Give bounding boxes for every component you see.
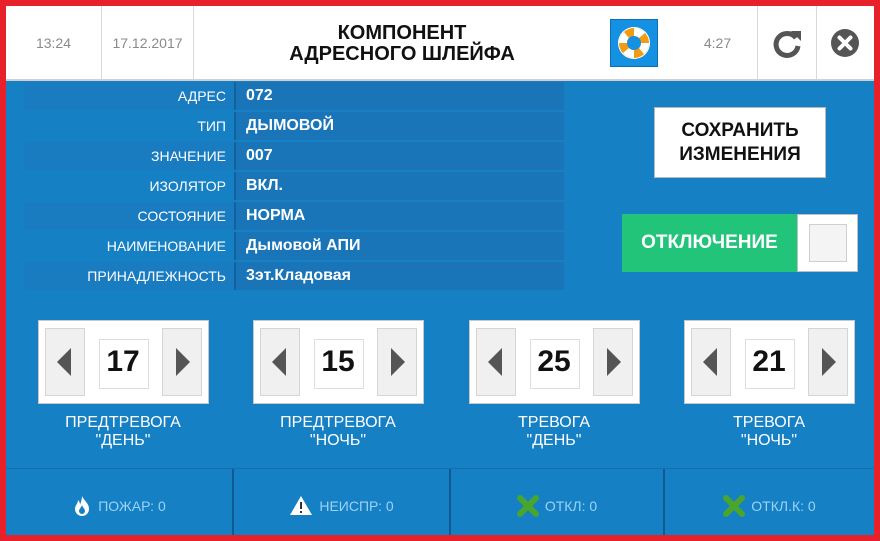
clock-time: 13:24	[6, 6, 102, 79]
info-row-value: ЗНАЧЕНИЕ 007	[24, 142, 564, 170]
disable-toggle-button[interactable]: ОТКЛЮЧЕНИЕ	[622, 214, 797, 272]
decrement-button[interactable]	[691, 328, 731, 396]
page-title-line1: КОМПОНЕНТ	[337, 21, 467, 44]
stepper-alarm-night: 21	[684, 320, 855, 404]
cross-icon	[723, 494, 746, 517]
info-value: ВКЛ.	[234, 172, 564, 200]
refresh-icon	[773, 30, 801, 58]
save-button-line2: ИЗМЕНЕНИЯ	[679, 143, 801, 165]
stepper-value[interactable]: 15	[306, 333, 370, 391]
arrow-left-icon	[703, 348, 717, 376]
page-title: КОМПОНЕНТ АДРЕСНОГО ШЛЕЙФА	[194, 6, 610, 79]
info-label: ЗНАЧЕНИЕ	[24, 142, 234, 170]
arrow-left-icon	[488, 348, 502, 376]
status-fire[interactable]: ПОЖАР: 0	[6, 469, 234, 535]
arrow-right-icon	[391, 348, 405, 376]
status-fire-label: ПОЖАР: 0	[98, 497, 166, 514]
stepper-label: ПРЕДТРЕВОГА "ДЕНЬ"	[18, 414, 228, 450]
stepper-label-line2: "ДЕНЬ"	[526, 432, 582, 449]
decrement-button[interactable]	[476, 328, 516, 396]
info-value: 072	[234, 82, 564, 110]
stepper-label: ПРЕДТРЕВОГА "НОЧЬ"	[233, 414, 443, 450]
stepper-value[interactable]: 17	[91, 333, 155, 391]
info-value: 007	[234, 142, 564, 170]
component-info-table: АДРЕС 072 ТИП ДЫМОВОЙ ЗНАЧЕНИЕ 007 ИЗОЛЯ…	[24, 82, 564, 292]
stepper-value[interactable]: 25	[522, 333, 586, 391]
info-label: СОСТОЯНИЕ	[24, 202, 234, 230]
status-disabled[interactable]: ОТКЛ: 0	[451, 469, 665, 535]
status-bar: ПОЖАР: 0 НЕИСПР: 0 ОТКЛ: 0 ОТКЛ.К: 0	[6, 468, 874, 535]
info-row-location: ПРИНАДЛЕЖНОСТЬ 3эт.Кладовая	[24, 262, 564, 290]
stepper-label-line2: "НОЧЬ"	[740, 432, 798, 449]
stepper-label-line1: ТРЕВОГА	[518, 414, 590, 431]
clock-date: 17.12.2017	[102, 6, 194, 79]
fire-icon	[75, 495, 90, 516]
decrement-button[interactable]	[260, 328, 300, 396]
info-row-type: ТИП ДЫМОВОЙ	[24, 112, 564, 140]
save-changes-button[interactable]: СОХРАНИТЬ ИЗМЕНЕНИЯ	[654, 107, 826, 178]
arrow-left-icon	[57, 348, 71, 376]
close-circle-icon	[831, 28, 859, 57]
arrow-right-icon	[607, 348, 621, 376]
header-bar: 13:24 17.12.2017 КОМПОНЕНТ АДРЕСНОГО ШЛЕ…	[6, 6, 874, 81]
stepper-value[interactable]: 21	[737, 333, 801, 391]
stepper-label-line1: ПРЕДТРЕВОГА	[280, 414, 396, 431]
stepper-label: ТРЕВОГА "ДЕНЬ"	[449, 414, 659, 450]
stepper-label-line1: ТРЕВОГА	[733, 414, 805, 431]
decrement-button[interactable]	[45, 328, 85, 396]
lifebuoy-icon	[618, 27, 650, 59]
info-label: ИЗОЛЯТОР	[24, 172, 234, 200]
checkbox-square	[808, 224, 847, 262]
stepper-alarm-day: 25	[469, 320, 640, 404]
stepper-label-line2: "НОЧЬ"	[309, 432, 367, 449]
status-fault[interactable]: НЕИСПР: 0	[234, 469, 451, 535]
info-value: Дымовой АПИ	[234, 232, 564, 260]
info-row-address: АДРЕС 072	[24, 82, 564, 110]
stepper-label: ТРЕВОГА "НОЧЬ"	[664, 414, 874, 450]
info-value: 3эт.Кладовая	[234, 262, 564, 290]
status-fault-label: НЕИСПР: 0	[319, 497, 394, 514]
info-row-isolator: ИЗОЛЯТОР ВКЛ.	[24, 172, 564, 200]
status-disabled-k[interactable]: ОТКЛ.К: 0	[665, 469, 874, 535]
session-timer: 4:27	[678, 6, 758, 79]
info-label: НАИМЕНОВАНИЕ	[24, 232, 234, 260]
status-disabled-k-label: ОТКЛ.К: 0	[751, 497, 816, 514]
cross-icon	[516, 494, 539, 517]
disable-checkbox[interactable]	[797, 214, 858, 272]
info-value: НОРМА	[234, 202, 564, 230]
arrow-left-icon	[272, 348, 286, 376]
info-row-name: НАИМЕНОВАНИЕ Дымовой АПИ	[24, 232, 564, 260]
stepper-prealarm-day: 17	[38, 320, 209, 404]
increment-button[interactable]	[808, 328, 848, 396]
stepper-label-line2: "ДЕНЬ"	[95, 432, 151, 449]
help-button[interactable]	[610, 19, 658, 67]
arrow-right-icon	[822, 348, 836, 376]
info-value: ДЫМОВОЙ	[234, 112, 564, 140]
info-label: ПРИНАДЛЕЖНОСТЬ	[24, 262, 234, 290]
increment-button[interactable]	[377, 328, 417, 396]
refresh-button[interactable]	[758, 6, 817, 79]
app-window: 13:24 17.12.2017 КОМПОНЕНТ АДРЕСНОГО ШЛЕ…	[0, 0, 880, 541]
stepper-prealarm-night: 15	[253, 320, 424, 404]
status-disabled-label: ОТКЛ: 0	[544, 497, 598, 514]
close-button[interactable]	[816, 6, 874, 79]
save-button-line1: СОХРАНИТЬ	[681, 119, 799, 141]
arrow-right-icon	[176, 348, 190, 376]
info-label: АДРЕС	[24, 82, 234, 110]
info-row-state: СОСТОЯНИЕ НОРМА	[24, 202, 564, 230]
info-label: ТИП	[24, 112, 234, 140]
warning-icon	[290, 496, 313, 515]
page-title-line2: АДРЕСНОГО ШЛЕЙФА	[289, 42, 515, 65]
stepper-label-line1: ПРЕДТРЕВОГА	[65, 414, 181, 431]
increment-button[interactable]	[593, 328, 633, 396]
increment-button[interactable]	[162, 328, 202, 396]
